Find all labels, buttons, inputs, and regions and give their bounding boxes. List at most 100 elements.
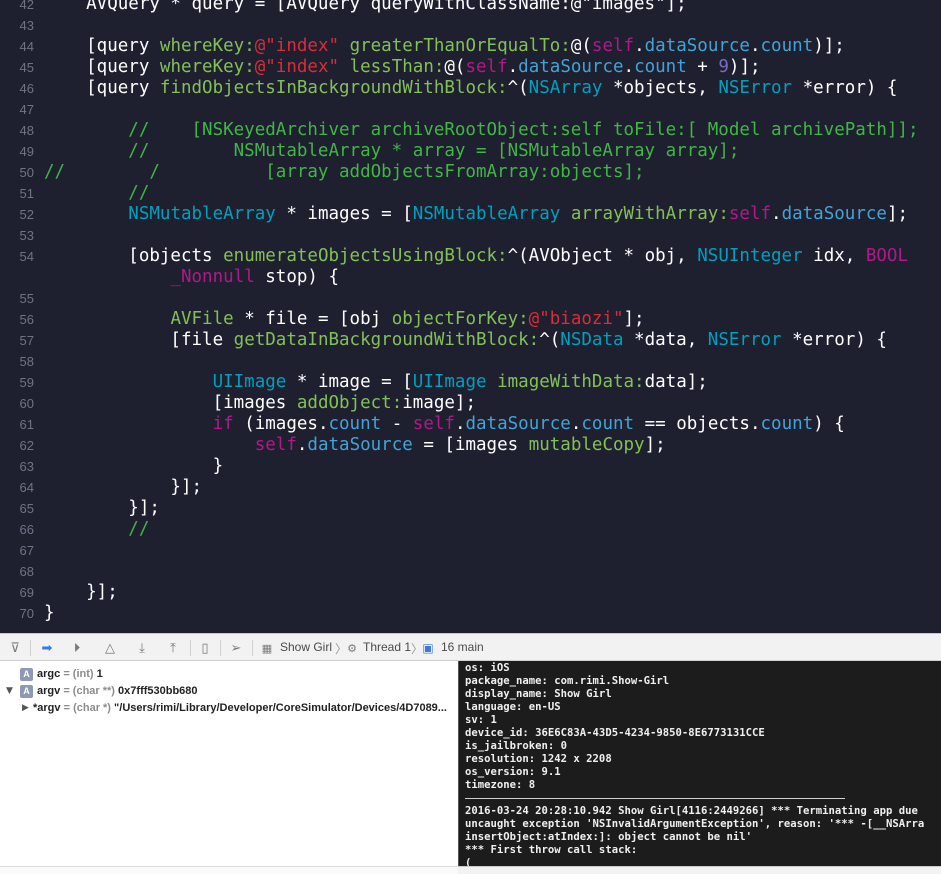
code-line[interactable]: AVFile * file = [obj objectForKey:@"biao… [44,309,644,330]
code-line[interactable]: UIImage * image = [UIImage imageWithData… [44,372,708,393]
code-token: * file = [obj [233,309,392,329]
code-token: ]; [644,435,666,455]
code-line[interactable]: [objects enumerateObjectsUsingBlock:^(AV… [44,246,908,267]
step-out-icon[interactable]: ⤒ [164,639,182,657]
line-number: 50 [19,165,34,180]
line-number: 64 [19,480,34,495]
console-line: 2016-03-24 20:28:10.942 Show Girl[4116:2… [465,805,918,817]
code-token: } [44,456,224,476]
disclosure-icon[interactable]: ▼ [6,686,13,696]
code-token: . [570,414,582,434]
breadcrumb-frame[interactable]: 16 main [441,640,484,654]
code-token: mutableCopy [528,435,645,455]
code-line[interactable]: if (images.count - self.dataSource.count… [44,414,845,435]
code-line[interactable]: // [44,183,149,204]
disclosure-icon[interactable]: ▶ [22,703,29,713]
code-token: ]; [886,204,909,224]
code-line[interactable]: // [NSKeyedArchiver archiveRootObject:se… [44,120,918,141]
code-token: count [634,57,687,77]
code-token: . [296,435,308,455]
code-line[interactable]: [file getDataInBackgroundWithBlock:^(NSD… [44,330,887,351]
code-line[interactable]: NSMutableArray * images = [NSMutableArra… [44,204,908,225]
app-target-icon: ▦ [261,641,273,655]
console-separator [465,798,845,799]
breakpoints-toggle-icon[interactable]: ➡ [38,639,56,657]
location-icon[interactable]: ➢ [227,639,245,657]
code-token: // NSMutableArray * array = [NSMutableAr… [44,141,740,161]
line-number: 57 [19,333,34,348]
code-line[interactable]: [query whereKey:@"index" lessThan:@(self… [44,57,761,78]
toolbar-divider [190,640,191,656]
code-token: count [760,414,814,434]
code-token: stop) { [254,267,340,287]
line-number: 49 [19,144,34,159]
code-line[interactable]: self.dataSource = [images mutableCopy]; [44,435,666,456]
code-line[interactable]: [query findObjectsInBackgroundWithBlock:… [44,78,897,99]
line-number: 67 [19,543,34,558]
breadcrumb-thread[interactable]: Thread 1 [363,640,411,654]
toolbar-divider [252,640,253,656]
line-number: 44 [19,39,34,54]
breadcrumb-target[interactable]: Show Girl [280,640,332,654]
code-token: )]; [728,57,761,77]
variable-row[interactable]: ▼ A argv = (char **) 0x7fff530bb680 [0,683,458,700]
step-over-icon[interactable]: △ [101,639,119,657]
variable-row[interactable]: ▶ *argv = (char *) "/Users/rimi/Library/… [0,700,458,717]
view-hierarchy-icon[interactable]: ▯ [196,639,214,657]
code-line[interactable]: AVQuery * query = [AVQuery queryWithClas… [44,0,687,15]
code-line[interactable]: }]; [44,477,202,498]
variable-value: 1 [96,668,103,680]
console-output[interactable]: os: iOS package_name: com.rimi.Show-Girl d… [458,661,941,873]
code-line[interactable]: _Nonnull stop) { [44,267,339,288]
code-line[interactable]: // [44,519,149,540]
code-token: NSArray [528,78,603,98]
code-line[interactable]: }]; [44,498,160,519]
hide-debug-area-icon[interactable]: ⊽ [6,639,24,657]
step-into-icon[interactable]: ⤓ [133,639,151,657]
code-line[interactable]: // NSMutableArray * array = [NSMutableAr… [44,141,739,162]
console-line: os: iOS [465,662,510,674]
code-line[interactable]: // / [array addObjectsFromArray:objects]… [44,162,645,183]
code-line[interactable]: [images addObject:image]; [44,393,476,414]
code-token: self [254,435,297,455]
code-token: } [44,603,55,623]
line-number: 62 [19,438,34,453]
code-token: dataSource [307,435,413,455]
code-token: - [381,414,413,434]
code-token: ) { [813,414,845,434]
code-token: self [412,414,455,434]
code-line[interactable]: } [44,456,224,477]
code-editor[interactable]: 42 43 44 45 46 47 48 49 50 51 52 53 54 55 56 57 58 59 60 61… [0,0,941,633]
code-token: if [212,414,234,434]
code-token: objectForKey: [391,309,529,329]
code-token: imageWithData: [486,372,645,392]
code-line[interactable]: [query whereKey:@"index" greaterThanOrEq… [44,36,845,57]
continue-icon[interactable]: ⏵ [68,639,86,657]
line-number: 63 [19,459,34,474]
variable-value: 0x7fff530bb680 [118,685,198,697]
code-token: image]; [402,393,476,413]
code-token: }]; [44,477,203,497]
line-number: 61 [19,417,34,432]
toolbar-divider [220,640,221,656]
line-number: 55 [19,291,34,306]
variable-badge-icon: A [20,685,33,698]
console-line: sv: 1 [465,714,497,726]
code-token: lessThan: [339,57,445,77]
code-token: addObject: [296,393,403,413]
code-token: = [images [412,435,529,455]
variable-row[interactable]: A argc = (int) 1 [0,666,458,683]
code-token: AVQuery * query = [AVQuery queryWithClas… [44,0,687,14]
code-token: // [NSKeyedArchiver archiveRootObject:se… [44,120,919,140]
code-token: idx, [802,246,866,266]
toolbar-divider [30,640,31,656]
code-line[interactable]: } [44,603,55,624]
code-token: . [749,36,761,56]
line-number: 45 [19,60,34,75]
code-line[interactable]: }]; [44,582,118,603]
code-token: NSUInteger [697,246,803,266]
variables-view[interactable]: A argc = (int) 1 ▼ A argv = (char **) 0x… [0,661,458,873]
line-number: 69 [19,585,34,600]
code-token: enumerateObjectsUsingBlock: [223,246,508,266]
